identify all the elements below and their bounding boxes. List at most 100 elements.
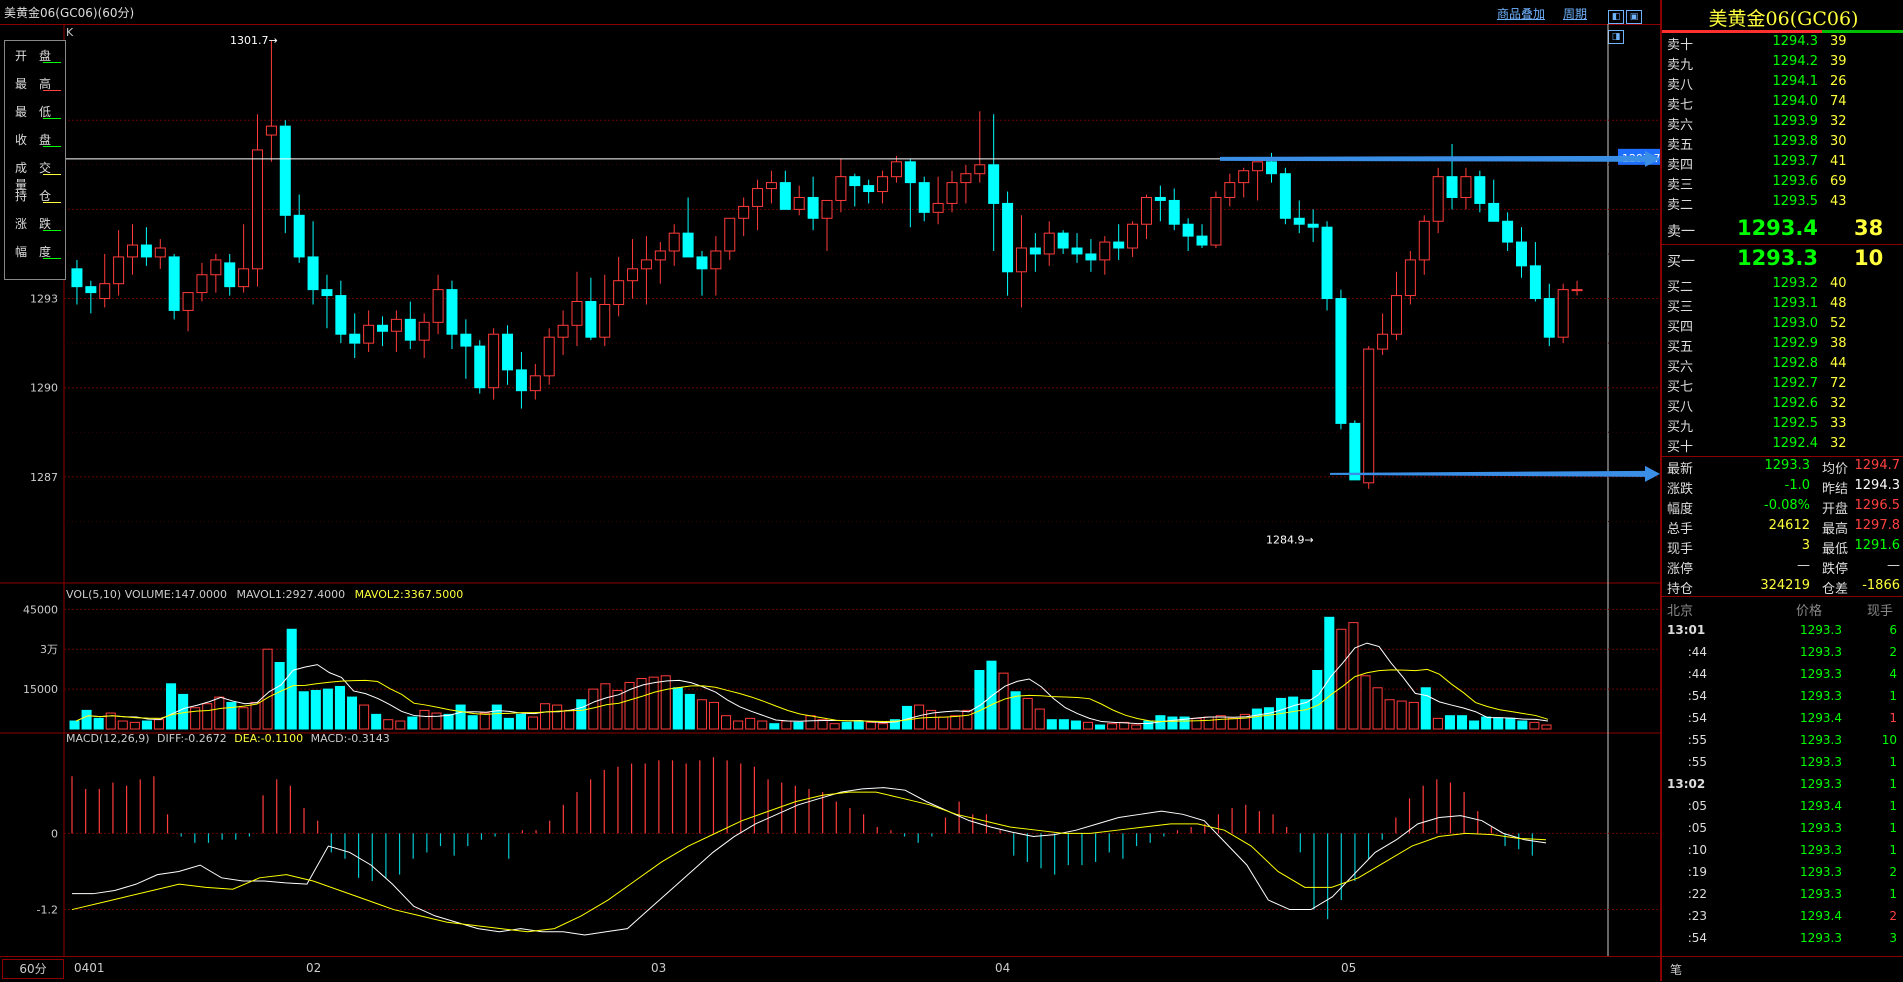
bid-row[interactable]: 买六 1292.8 44 <box>1662 356 1903 376</box>
quote-panel: 美黄金06(GC06) 卖十 1294.3 39 卖九 1294.2 39 卖八 1294.1… <box>1660 0 1903 981</box>
volume-bar <box>93 717 104 730</box>
candlestick-series <box>71 39 1583 489</box>
tick-price: 1293.3 <box>1800 623 1842 637</box>
ask-row[interactable]: 卖七 1294.0 74 <box>1662 94 1903 114</box>
bid-row[interactable]: 买十 1292.4 32 <box>1662 436 1903 456</box>
tick-time: :55 <box>1687 755 1707 769</box>
tick-volume: 1 <box>1889 711 1897 725</box>
volume-bar <box>238 707 249 730</box>
bid-row[interactable]: 买七 1292.7 72 <box>1662 376 1903 396</box>
candle-body <box>752 188 764 207</box>
volume-bar <box>829 723 840 730</box>
volume-bar <box>1312 669 1323 730</box>
tick-row: :54 1293.3 3 <box>1662 928 1903 950</box>
quote-row: 最新 1293.3 均价 1294.7 <box>1662 458 1903 478</box>
volume-bar <box>1227 717 1238 730</box>
ask-price: 1294.0 <box>1772 94 1819 109</box>
layout-max-icon[interactable]: ▣ <box>1626 10 1642 24</box>
kline-chart-canvas[interactable]: K 129312901287 1297.71301.7→1284.9→ 4500… <box>0 24 1660 956</box>
tick-price: 1293.3 <box>1800 645 1842 659</box>
ask-row[interactable]: 卖十 1294.3 39 <box>1662 34 1903 54</box>
volume-bar <box>684 693 695 730</box>
bid-row[interactable]: 买五 1292.9 38 <box>1662 336 1903 356</box>
tick-row: 13:01 1293.3 6 <box>1662 620 1903 642</box>
candle-body <box>446 289 458 335</box>
bid-row[interactable]: 买八 1292.6 32 <box>1662 396 1903 416</box>
candle-body <box>265 125 277 136</box>
candle-body <box>1446 176 1458 198</box>
bid-volume: 52 <box>1830 316 1847 331</box>
low-annotation: 1284.9→ <box>1266 533 1314 546</box>
ask-row[interactable]: 卖四 1293.7 41 <box>1662 154 1903 174</box>
candle-body <box>182 292 194 311</box>
candle-body <box>460 333 472 347</box>
candle-body <box>904 161 916 184</box>
candle-body <box>1335 298 1347 424</box>
ask-row[interactable]: 卖二 1293.5 43 <box>1662 194 1903 214</box>
volume-bar <box>576 699 587 730</box>
volume-bar <box>648 676 659 730</box>
candle-body <box>113 256 125 285</box>
volume-bar <box>1058 719 1069 730</box>
ask-row[interactable]: 卖三 1293.6 69 <box>1662 174 1903 194</box>
bid-row[interactable]: 买二 1293.2 40 <box>1662 276 1903 296</box>
tick-time: 13:01 <box>1667 623 1706 637</box>
ask-row[interactable]: 卖六 1293.9 32 <box>1662 114 1903 134</box>
tick-time: :05 <box>1687 799 1707 813</box>
quote-label: 总手 <box>1667 522 1694 537</box>
volume-bar <box>359 704 370 730</box>
volume-bar <box>1541 724 1552 730</box>
candle-body <box>890 161 902 178</box>
volume-bar <box>1432 717 1443 730</box>
ask-volume: 26 <box>1830 74 1847 89</box>
layout-prev-icon[interactable]: ◧ <box>1608 10 1624 24</box>
chart-title: 美黄金06(GC06)(60分) <box>4 6 135 20</box>
ask-row[interactable]: 卖五 1293.8 30 <box>1662 134 1903 154</box>
volume-bar <box>383 719 394 730</box>
tick-time: :54 <box>1687 931 1707 945</box>
ticks-header-vol: 现手 <box>1867 604 1894 619</box>
candle-body <box>349 333 361 344</box>
period-link[interactable]: 周期 <box>1563 5 1587 22</box>
ask-row[interactable]: 卖八 1294.1 26 <box>1662 74 1903 94</box>
volume-bar <box>1360 675 1371 730</box>
info-value <box>43 202 61 203</box>
volume-bar <box>1143 720 1154 730</box>
candle-body <box>1390 295 1402 335</box>
bid-volume: 40 <box>1830 276 1847 291</box>
candle-body <box>960 173 972 184</box>
bid-row[interactable]: 买一 1293.3 10 <box>1662 246 1903 274</box>
bid-row[interactable]: 买四 1293.0 52 <box>1662 316 1903 336</box>
x-label-03: 03 <box>651 961 667 975</box>
bid-row[interactable]: 买三 1293.1 48 <box>1662 296 1903 316</box>
price-tick: 1287 <box>30 471 58 484</box>
ask-row[interactable]: 卖九 1294.2 39 <box>1662 54 1903 74</box>
tick-row: :10 1293.3 1 <box>1662 840 1903 862</box>
volume-bar <box>1384 699 1395 730</box>
bid-price: 1293.3 <box>1736 246 1818 270</box>
volume-bar <box>1336 628 1347 730</box>
quote-row: 持仓 324219 仓差 -1866 <box>1662 578 1903 598</box>
chart-title-bar: 美黄金06(GC06)(60分) 商品叠加 周期 ◧ ▣◨ <box>0 0 1660 44</box>
period-selector[interactable]: 60分 <box>2 959 64 979</box>
volume-bar <box>503 717 514 730</box>
macd-series: 0 -1.2 <box>37 757 1660 936</box>
ask-label: 卖六 <box>1667 118 1694 133</box>
candle-body <box>515 369 527 392</box>
ask-row[interactable]: 卖一 1293.4 38 <box>1662 216 1903 244</box>
candle-body <box>1349 422 1361 481</box>
candle-body <box>279 125 291 216</box>
quote-value-2: 1296.5 <box>1854 498 1901 513</box>
candle-body <box>224 262 236 288</box>
bid-volume: 44 <box>1830 356 1847 371</box>
volume-bar <box>226 701 237 730</box>
volume-bar <box>986 660 997 730</box>
volume-bar <box>431 712 442 730</box>
volume-bar <box>721 715 732 730</box>
candle-body <box>1321 226 1333 300</box>
candle-body <box>1002 202 1014 273</box>
tick-price: 1293.3 <box>1800 777 1842 791</box>
bid-row[interactable]: 买九 1292.5 33 <box>1662 416 1903 436</box>
overlay-link[interactable]: 商品叠加 <box>1497 5 1545 22</box>
tick-time: :54 <box>1687 711 1707 725</box>
